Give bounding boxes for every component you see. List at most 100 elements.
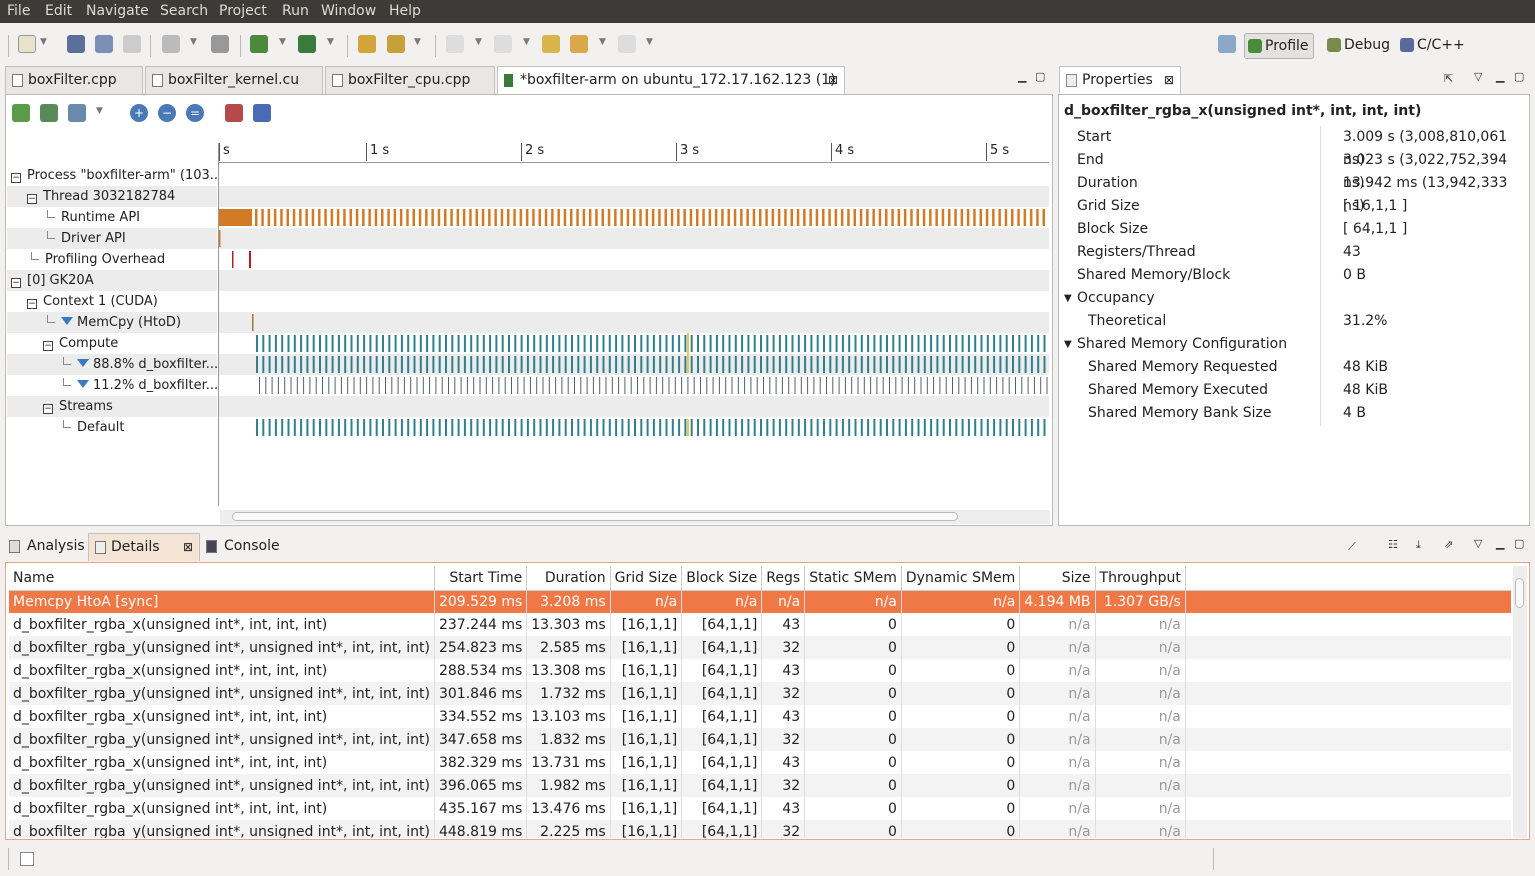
runtime-api-call[interactable]: [941, 209, 945, 226]
stream-kernel[interactable]: [747, 419, 750, 436]
kernel-y-mark[interactable]: [574, 377, 575, 394]
kernel-y-mark[interactable]: [511, 377, 512, 394]
view-menu-icon[interactable]: ▽: [1474, 70, 1482, 83]
runtime-api-call[interactable]: [639, 209, 642, 226]
compute-kernel[interactable]: [457, 335, 460, 352]
stream-kernel[interactable]: [634, 419, 636, 436]
minimize-icon[interactable]: ▁: [1018, 70, 1026, 83]
kernel-x-mark[interactable]: [256, 356, 258, 373]
kernel-x-mark[interactable]: [690, 356, 693, 373]
runtime-api-call[interactable]: [588, 209, 592, 226]
kernel-x-mark[interactable]: [678, 356, 681, 373]
runtime-api-call[interactable]: [595, 209, 598, 226]
compute-kernel[interactable]: [419, 335, 422, 352]
stream-kernel[interactable]: [823, 419, 825, 436]
runtime-api-call[interactable]: [557, 209, 560, 226]
runtime-api-call[interactable]: [1029, 209, 1033, 226]
kernel-y-mark[interactable]: [454, 377, 456, 394]
kernel-x-mark[interactable]: [797, 356, 800, 373]
kernel-filter-icon[interactable]: [225, 104, 243, 122]
prop-occupancy-group[interactable]: ▼ Occupancy: [1064, 287, 1520, 310]
runtime-api-call[interactable]: [979, 209, 983, 226]
kernel-x-mark[interactable]: [369, 356, 372, 373]
compute-kernel[interactable]: [293, 335, 296, 352]
compute-kernel[interactable]: [734, 335, 737, 352]
kernel-x-mark[interactable]: [904, 356, 907, 373]
stream-kernel[interactable]: [577, 419, 580, 436]
runtime-api-call[interactable]: [576, 209, 579, 226]
compute-kernel[interactable]: [526, 335, 529, 352]
compute-kernel[interactable]: [325, 335, 328, 352]
runtime-api-call[interactable]: [784, 209, 787, 226]
tab-details[interactable]: Details ⊠: [88, 533, 200, 561]
tree-row-kernel-x[interactable]: 88.8% d_boxfilter...: [7, 354, 217, 375]
runtime-api-call[interactable]: [406, 209, 409, 226]
compute-kernel[interactable]: [1037, 335, 1040, 352]
tab-boxfilter-kernel-cu[interactable]: boxFilter_kernel.cu: [145, 66, 323, 94]
kernel-y-mark[interactable]: [448, 377, 449, 394]
runtime-api-call[interactable]: [563, 209, 567, 226]
kernel-x-mark[interactable]: [400, 356, 403, 373]
stream-kernel[interactable]: [589, 419, 592, 436]
kernel-x-mark[interactable]: [1030, 356, 1033, 373]
kernel-y-mark[interactable]: [920, 377, 922, 394]
kernel-x-mark[interactable]: [508, 356, 510, 373]
compute-kernel[interactable]: [993, 335, 996, 352]
stream-kernel[interactable]: [344, 419, 347, 436]
compute-kernel[interactable]: [841, 335, 844, 352]
kernel-y-mark[interactable]: [794, 377, 796, 394]
compute-kernel[interactable]: [514, 335, 517, 352]
kernel-x-mark[interactable]: [886, 356, 888, 373]
chevron-down-icon[interactable]: ▼: [190, 37, 197, 47]
kernel-y-mark[interactable]: [586, 377, 588, 394]
kernel-y-mark[interactable]: [763, 377, 764, 394]
chevron-down-icon[interactable]: ▼: [475, 37, 482, 47]
compute-kernel[interactable]: [306, 335, 309, 352]
close-icon[interactable]: ⊠: [1164, 67, 1174, 93]
runtime-api-call[interactable]: [1023, 209, 1027, 226]
stream-kernel[interactable]: [583, 419, 586, 436]
stream-kernel[interactable]: [457, 419, 460, 436]
kernel-x-mark[interactable]: [615, 356, 618, 373]
compute-kernel[interactable]: [1005, 335, 1008, 352]
kernel-y-mark[interactable]: [485, 377, 487, 394]
kernel-x-mark[interactable]: [268, 356, 271, 373]
kernel-x-mark[interactable]: [961, 356, 964, 373]
kernel-x-mark[interactable]: [300, 356, 303, 373]
stream-kernel[interactable]: [923, 419, 926, 436]
compute-kernel[interactable]: [986, 335, 989, 352]
compute-kernel[interactable]: [1012, 335, 1014, 352]
stream-kernel[interactable]: [508, 419, 510, 436]
kernel-x-mark[interactable]: [911, 356, 914, 373]
kernel-y-mark[interactable]: [769, 377, 771, 394]
zoom-in-icon[interactable]: +: [130, 104, 148, 122]
kernel-x-mark[interactable]: [778, 356, 781, 373]
kernel-x-mark[interactable]: [747, 356, 750, 373]
kernel-x-mark[interactable]: [571, 356, 573, 373]
stream-kernel[interactable]: [312, 419, 315, 436]
stream-filter-icon[interactable]: [253, 104, 271, 122]
stream-kernel[interactable]: [268, 419, 271, 436]
kernel-y-mark[interactable]: [952, 377, 953, 394]
chevron-down-icon[interactable]: ▼: [96, 106, 103, 116]
kernel-y-mark[interactable]: [737, 377, 739, 394]
runtime-api-call[interactable]: [280, 209, 283, 226]
kernel-x-mark[interactable]: [394, 356, 397, 373]
build-icon[interactable]: [162, 35, 180, 53]
compute-kernel[interactable]: [778, 335, 781, 352]
kernel-y-mark[interactable]: [870, 377, 872, 394]
runtime-api-call[interactable]: [740, 209, 743, 226]
runtime-api-call[interactable]: [286, 209, 290, 226]
runtime-api-call[interactable]: [475, 209, 479, 226]
new-window-icon[interactable]: [20, 852, 34, 866]
compute-kernel[interactable]: [722, 335, 725, 352]
table-row-selected[interactable]: Memcpy HtoA [sync] 209.529 ms 3.208 ms n/a n…: [9, 590, 1511, 613]
stream-kernel[interactable]: [262, 419, 265, 436]
kernel-x-mark[interactable]: [986, 356, 989, 373]
kernel-y-mark[interactable]: [693, 377, 695, 394]
kernel-x-mark[interactable]: [627, 356, 630, 373]
stream-kernel[interactable]: [274, 419, 277, 436]
kernel-x-mark[interactable]: [382, 356, 384, 373]
stream-kernel[interactable]: [501, 419, 504, 436]
runtime-api-call[interactable]: [702, 209, 705, 226]
